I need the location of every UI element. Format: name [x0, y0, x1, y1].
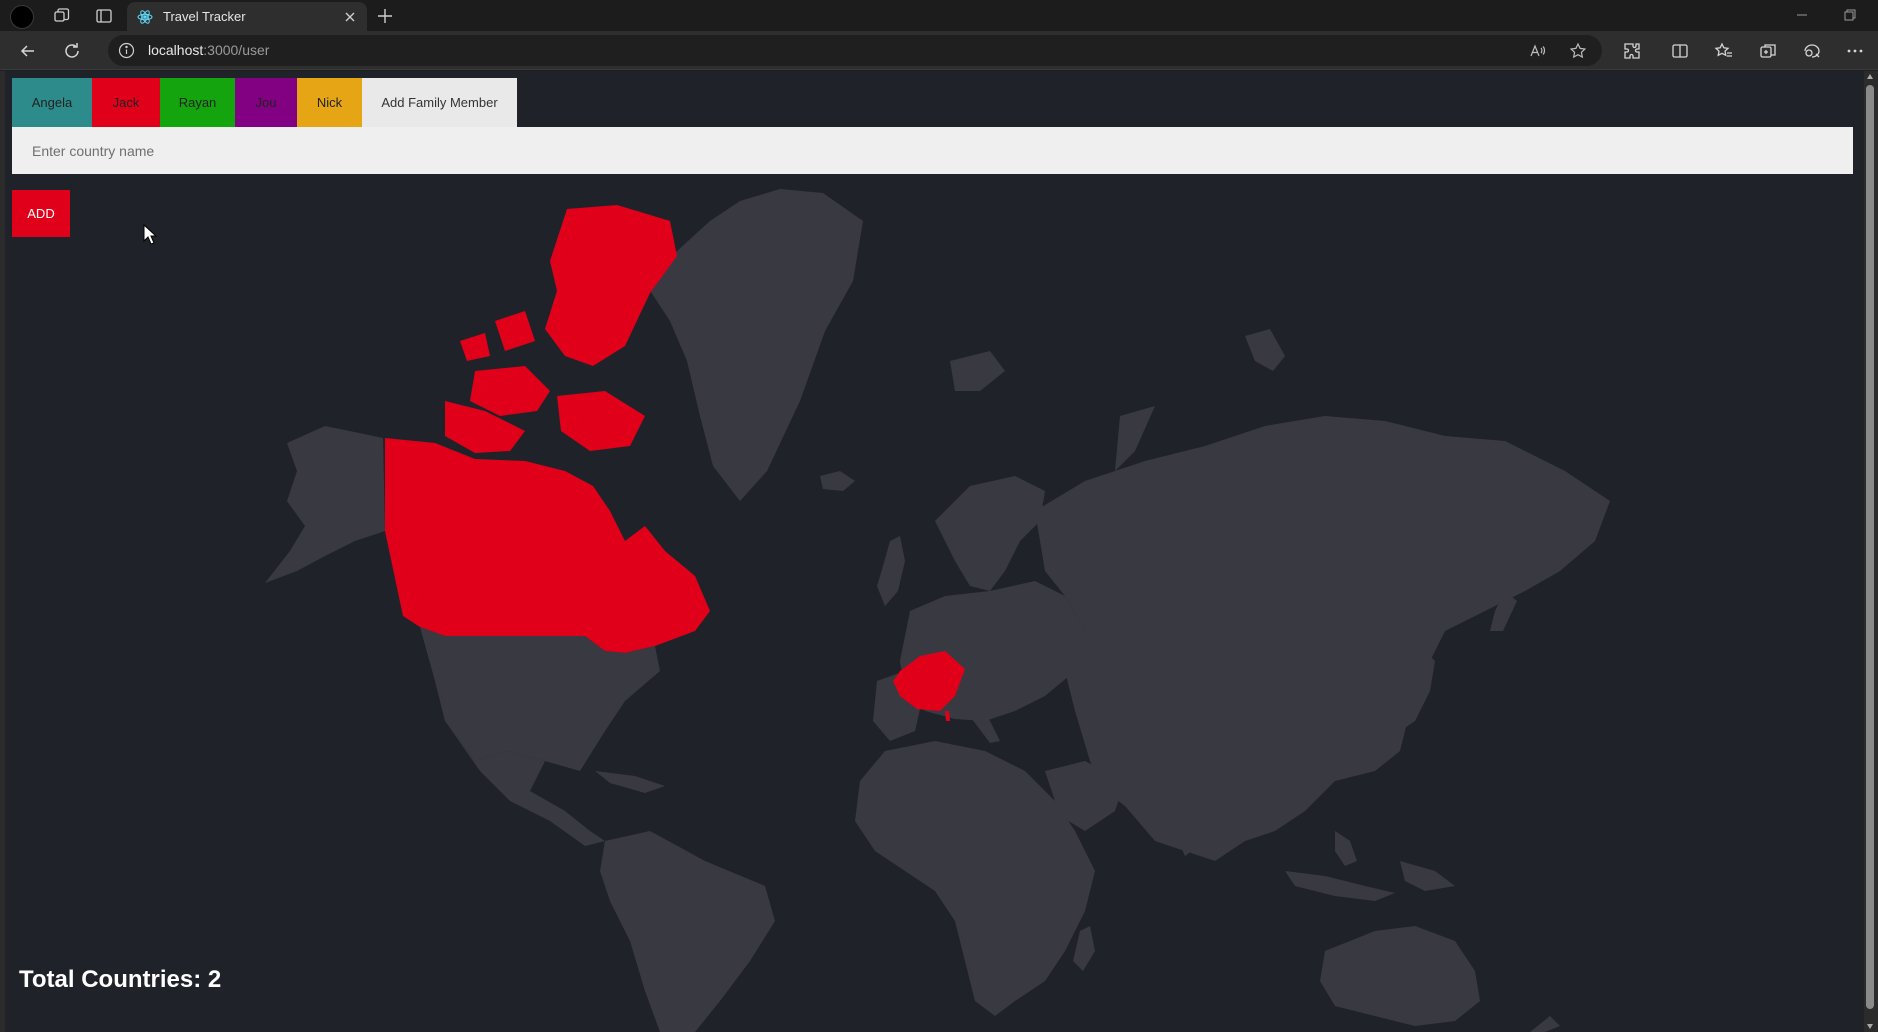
favorite-star-icon[interactable] — [1569, 42, 1587, 60]
extensions-icon[interactable] — [1622, 41, 1642, 61]
scroll-up-arrow-icon[interactable] — [1866, 73, 1874, 81]
address-bar[interactable]: localhost:3000/user — [108, 35, 1602, 66]
member-tab-label: Jou — [255, 95, 277, 110]
refresh-icon[interactable] — [62, 41, 82, 61]
member-tab-rayan[interactable]: Rayan — [160, 78, 235, 127]
browser-tab-title: Travel Tracker — [163, 9, 246, 24]
member-tab-label: Jack — [112, 95, 140, 110]
collections-icon[interactable] — [1758, 41, 1778, 61]
react-favicon-icon — [137, 9, 153, 24]
map-greenland — [647, 189, 863, 501]
map-australia — [1320, 926, 1480, 1026]
add-family-member-tab[interactable]: Add Family Member — [362, 78, 517, 127]
site-info-icon[interactable] — [118, 42, 135, 59]
mouse-cursor-icon — [143, 224, 157, 245]
browser-essentials-icon[interactable] — [1802, 41, 1822, 61]
favorites-icon[interactable] — [1714, 41, 1734, 61]
new-tab-icon[interactable] — [376, 7, 394, 25]
member-tab-jack[interactable]: Jack — [92, 78, 160, 127]
browser-toolbar: localhost:3000/user — [0, 31, 1878, 70]
page-viewport: Angela Jack Rayan Jou Nick Add Family Me… — [0, 71, 1878, 1032]
restore-icon[interactable] — [1843, 8, 1857, 22]
family-member-tabs: Angela Jack Rayan Jou Nick Add Family Me… — [12, 78, 517, 127]
world-map — [265, 189, 1610, 1032]
map-alaska — [265, 426, 385, 583]
back-arrow-icon[interactable] — [18, 41, 38, 61]
scrollbar-thumb[interactable] — [1866, 85, 1874, 1009]
scroll-down-arrow-icon[interactable] — [1866, 1022, 1874, 1030]
map-canada — [385, 438, 710, 653]
browser-tabstrip: Travel Tracker — [0, 0, 1878, 31]
tab-actions-icon[interactable] — [95, 7, 113, 25]
add-country-button[interactable]: ADD — [12, 190, 70, 237]
member-tab-label: Rayan — [178, 95, 217, 110]
workspaces-icon[interactable] — [53, 7, 71, 25]
total-countries-text: Total Countries: 2 — [19, 966, 222, 993]
page-scrollbar[interactable] — [1864, 71, 1876, 1032]
member-tab-jou[interactable]: Jou — [235, 78, 297, 127]
map-asia — [1035, 416, 1610, 861]
member-tab-label: Angela — [31, 95, 73, 110]
more-options-icon[interactable] — [1845, 41, 1865, 61]
read-aloud-icon[interactable] — [1529, 42, 1547, 60]
map-south-america — [600, 831, 775, 1032]
add-family-member-label: Add Family Member — [381, 95, 498, 110]
split-screen-icon[interactable] — [1670, 41, 1690, 61]
member-tab-angela[interactable]: Angela — [12, 78, 92, 127]
profile-avatar[interactable] — [10, 5, 34, 29]
browser-tab-travel-tracker[interactable]: Travel Tracker — [127, 2, 367, 31]
member-tab-label: Nick — [316, 95, 343, 110]
map-scandinavia — [935, 476, 1045, 591]
close-tab-icon[interactable] — [343, 10, 357, 24]
minimize-icon[interactable] — [1795, 8, 1809, 22]
url-text: localhost:3000/user — [148, 42, 270, 58]
member-tab-nick[interactable]: Nick — [297, 78, 362, 127]
country-name-input[interactable] — [12, 127, 1853, 174]
